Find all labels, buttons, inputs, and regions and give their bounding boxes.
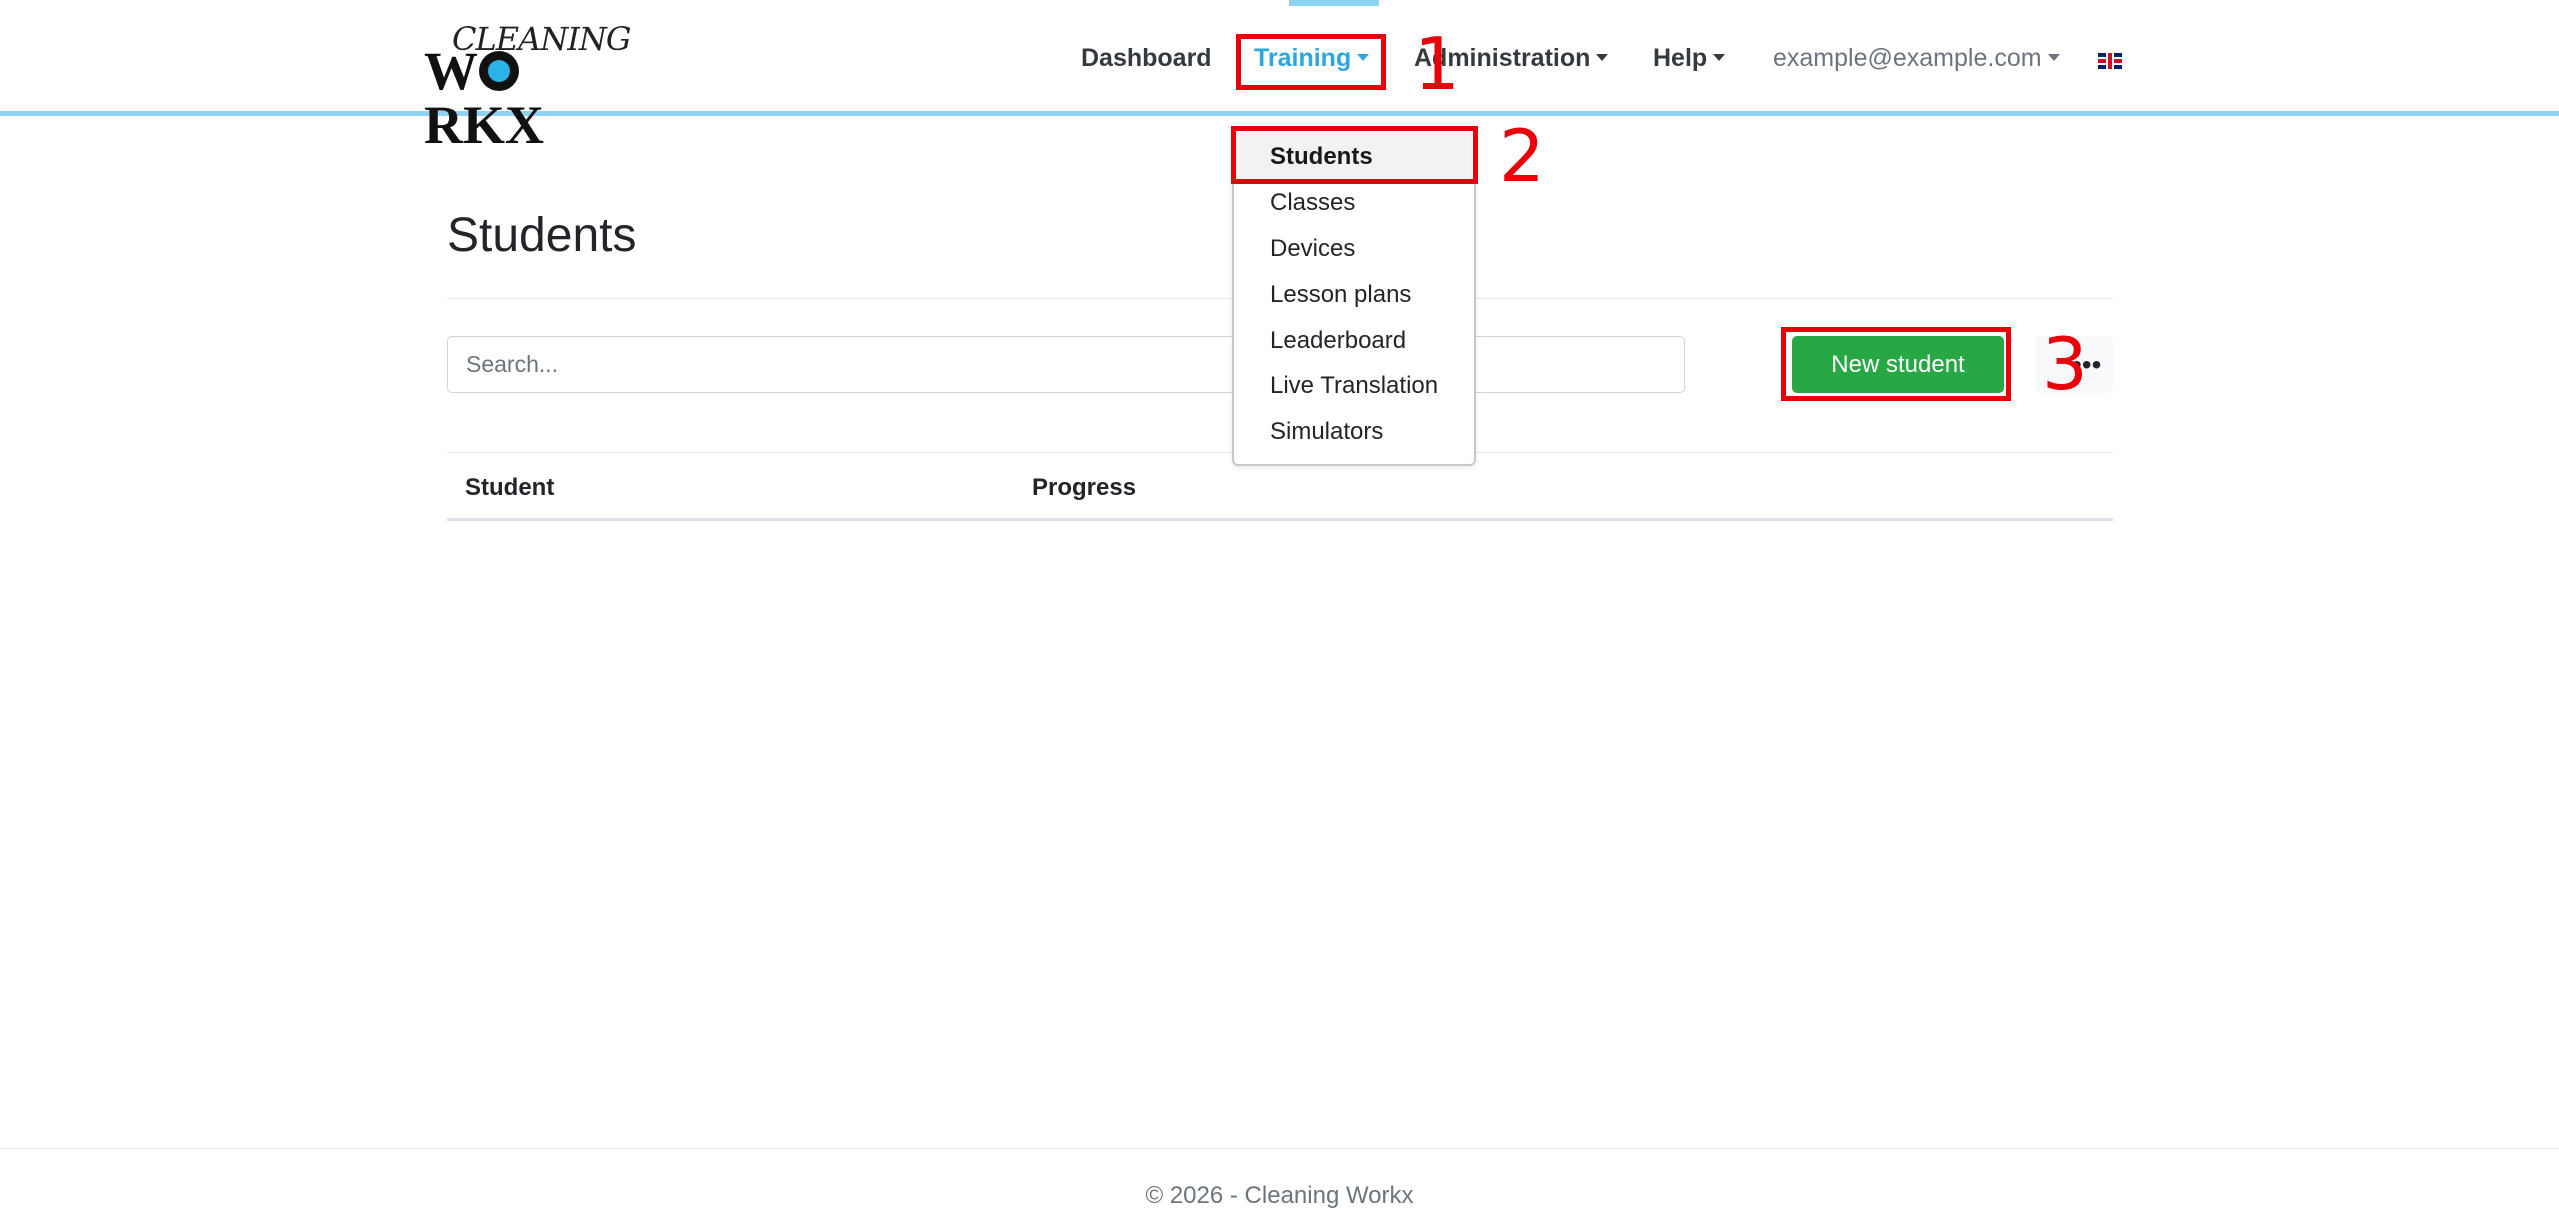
caret-down-icon bbox=[2047, 54, 2060, 61]
logo-text-bottom: WRKX bbox=[424, 41, 544, 155]
search-input[interactable] bbox=[447, 336, 1685, 393]
menu-item-live-translation[interactable]: Live Translation bbox=[1270, 372, 1438, 400]
footer-divider bbox=[0, 1148, 2559, 1149]
column-header-progress[interactable]: Progress bbox=[1032, 474, 1136, 502]
cleaning-workx-logo[interactable]: CLEANING WRKX bbox=[424, 20, 631, 152]
uk-flag-icon[interactable] bbox=[2098, 53, 2122, 69]
page-title: Students bbox=[447, 209, 637, 262]
nav-user-dropdown[interactable]: example@example.com bbox=[1773, 44, 2060, 73]
annotation-number-1: 1 bbox=[1414, 22, 1460, 106]
nav-help-dropdown[interactable]: Help bbox=[1653, 44, 1726, 73]
active-nav-indicator bbox=[1289, 0, 1379, 6]
caret-down-icon bbox=[1713, 54, 1726, 61]
footer-copyright: © 2026 - Cleaning Workx bbox=[1145, 1182, 1414, 1209]
annotation-box-2 bbox=[1231, 126, 1478, 184]
nav-user-email: example@example.com bbox=[1773, 44, 2042, 72]
nav-help-label: Help bbox=[1653, 44, 1708, 72]
caret-down-icon bbox=[1596, 54, 1609, 61]
menu-item-classes[interactable]: Classes bbox=[1270, 189, 1355, 217]
menu-item-lesson-plans[interactable]: Lesson plans bbox=[1270, 281, 1411, 309]
annotation-box-1 bbox=[1236, 34, 1386, 90]
annotation-number-2: 2 bbox=[1499, 114, 1545, 198]
menu-item-leaderboard[interactable]: Leaderboard bbox=[1270, 327, 1406, 355]
menu-item-devices[interactable]: Devices bbox=[1270, 235, 1355, 263]
column-header-student[interactable]: Student bbox=[465, 474, 554, 502]
annotation-box-3 bbox=[1781, 327, 2011, 401]
annotation-number-3: 3 bbox=[2042, 322, 2088, 406]
globe-icon bbox=[479, 51, 519, 91]
menu-item-simulators[interactable]: Simulators bbox=[1270, 418, 1383, 446]
nav-dashboard[interactable]: Dashboard bbox=[1081, 44, 1212, 73]
table-header-border bbox=[447, 518, 2113, 521]
